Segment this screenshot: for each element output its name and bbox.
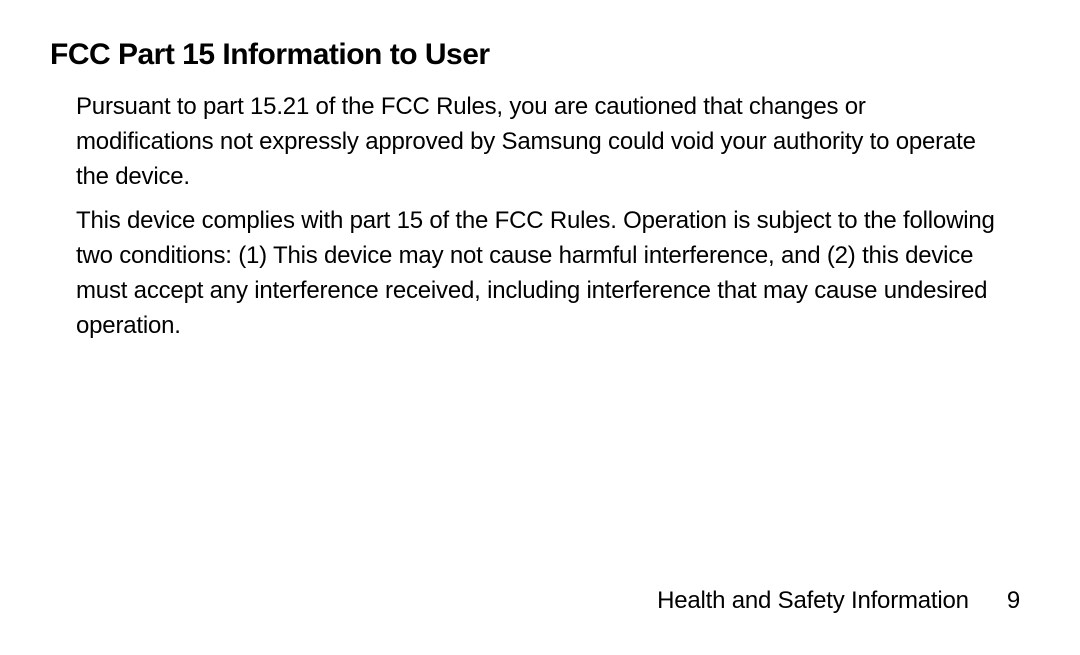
page-number: 9 <box>1007 587 1020 615</box>
section-heading: FCC Part 15 Information to User <box>50 38 1030 72</box>
paragraph-2: This device complies with part 15 of the… <box>76 204 1000 343</box>
footer-label: Health and Safety Information <box>657 587 969 615</box>
page-footer: Health and Safety Information 9 <box>657 587 1020 615</box>
body-content: Pursuant to part 15.21 of the FCC Rules,… <box>50 90 1030 344</box>
paragraph-1: Pursuant to part 15.21 of the FCC Rules,… <box>76 90 1000 194</box>
